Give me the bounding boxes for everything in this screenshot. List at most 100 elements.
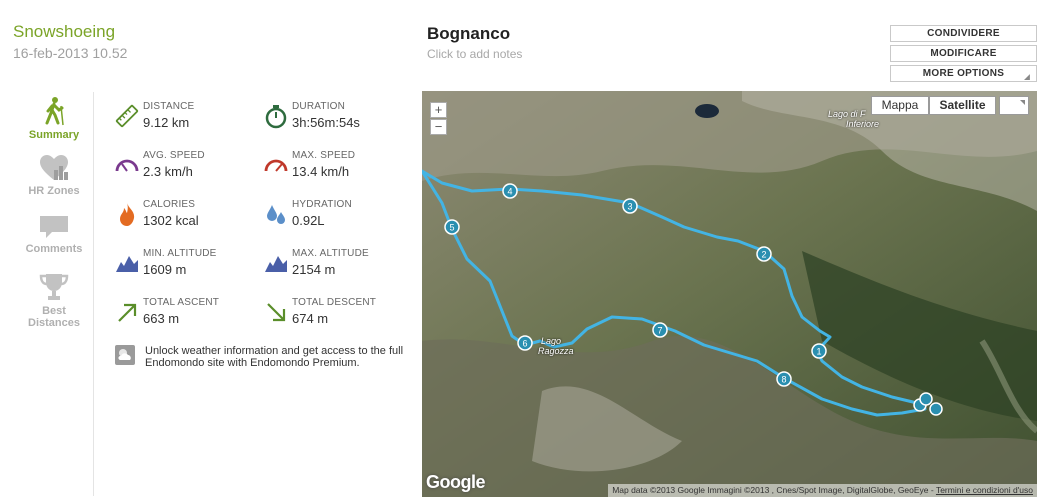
heart-chart-icon bbox=[40, 155, 68, 180]
more-options-label: MORE OPTIONS bbox=[922, 68, 1005, 79]
mountain-icon bbox=[116, 256, 138, 272]
stat-value: 663 m bbox=[143, 311, 180, 326]
arrow-down-right-icon bbox=[267, 303, 286, 322]
stat-avg-speed: AVG. SPEED 2.3 km/h bbox=[115, 150, 255, 190]
km-marker-2[interactable]: 2 bbox=[756, 246, 772, 262]
km-marker-label: 1 bbox=[816, 347, 821, 357]
stat-hydration: HYDRATION 0.92L bbox=[264, 199, 404, 239]
edit-button[interactable]: MODIFICARE bbox=[890, 45, 1037, 62]
lake-label-top-line1: Lago di F bbox=[828, 109, 866, 119]
stat-value: 674 m bbox=[292, 311, 329, 326]
lake-label-top: Lago di F Inferiore bbox=[828, 109, 879, 129]
nav-label-summary: Summary bbox=[28, 129, 80, 141]
stopwatch-icon bbox=[265, 105, 287, 129]
stat-value: 3h:56m:54s bbox=[292, 115, 360, 130]
nav-item-hr-zones[interactable]: HR Zones bbox=[18, 154, 90, 197]
fullscreen-button[interactable] bbox=[999, 96, 1029, 115]
stat-max-speed: MAX. SPEED 13.4 km/h bbox=[264, 150, 404, 190]
stat-max-altitude: MAX. ALTITUDE 2154 m bbox=[264, 248, 404, 288]
stat-label: MAX. ALTITUDE bbox=[292, 248, 369, 259]
km-marker-1[interactable]: 1 bbox=[811, 343, 827, 359]
premium-upsell-text[interactable]: Unlock weather information and get acces… bbox=[145, 345, 405, 369]
water-drops-icon bbox=[267, 205, 285, 224]
google-logo: Google bbox=[426, 472, 486, 492]
km-marker-label: 8 bbox=[781, 375, 786, 385]
stat-total-descent: TOTAL DESCENT 674 m bbox=[264, 297, 404, 337]
stat-value: 13.4 km/h bbox=[292, 164, 350, 179]
nav-label-best: Best bbox=[42, 305, 66, 317]
add-notes-field[interactable]: Click to add notes bbox=[427, 47, 522, 61]
stat-label: MAX. SPEED bbox=[292, 150, 356, 161]
more-options-button[interactable]: MORE OPTIONS ◢ bbox=[890, 65, 1037, 82]
workout-sport-title: Snowshoeing bbox=[13, 22, 116, 41]
nav-item-best-distances[interactable]: Best Distances bbox=[18, 272, 90, 329]
km-marker-5[interactable]: 5 bbox=[444, 219, 460, 235]
stat-total-ascent: TOTAL ASCENT 663 m bbox=[115, 297, 255, 337]
expand-corner-icon bbox=[1020, 100, 1025, 105]
km-marker-4[interactable]: 4 bbox=[502, 183, 518, 199]
stat-value: 0.92L bbox=[292, 213, 325, 228]
terms-link[interactable]: Termini e condizioni d'uso bbox=[936, 485, 1033, 495]
weather-icon bbox=[115, 345, 135, 365]
share-button-label: CONDIVIDERE bbox=[927, 28, 1000, 39]
share-button[interactable]: CONDIVIDERE bbox=[890, 25, 1037, 42]
km-marker-label: 6 bbox=[522, 339, 527, 349]
nav-label-hr-zones: HR Zones bbox=[28, 185, 80, 197]
km-marker-label: 7 bbox=[657, 326, 662, 336]
zoom-in-button[interactable]: + bbox=[430, 102, 447, 118]
dropdown-caret-icon: ◢ bbox=[1024, 74, 1030, 81]
stat-label: MIN. ALTITUDE bbox=[143, 248, 217, 259]
stat-label: TOTAL ASCENT bbox=[143, 297, 220, 308]
stat-value: 9.12 km bbox=[143, 115, 190, 130]
map-type-map-button[interactable]: Mappa bbox=[871, 96, 929, 115]
start-end-marker[interactable] bbox=[913, 392, 943, 416]
map-type-satellite-button[interactable]: Satellite bbox=[929, 96, 996, 115]
km-marker-label: 2 bbox=[761, 250, 766, 260]
stat-label: AVG. SPEED bbox=[143, 150, 205, 161]
route-map[interactable]: 1 2 3 4 5 6 7 8 + − Mappa Satellite Lago… bbox=[422, 91, 1037, 497]
stat-value: 1609 m bbox=[143, 262, 187, 277]
stat-value: 2.3 km/h bbox=[143, 164, 193, 179]
km-marker-label: 3 bbox=[627, 202, 632, 212]
km-marker-3[interactable]: 3 bbox=[622, 198, 638, 214]
zoom-out-button[interactable]: − bbox=[430, 119, 447, 135]
km-marker-7[interactable]: 7 bbox=[652, 322, 668, 338]
speedometer-icon bbox=[264, 159, 288, 172]
lake-label-ragozza-line1: Lago bbox=[541, 336, 562, 346]
stat-calories: CALORIES 1302 kcal bbox=[115, 199, 255, 239]
nav-item-summary[interactable]: Summary bbox=[18, 96, 90, 141]
speech-bubble-icon bbox=[40, 216, 68, 238]
route-title[interactable]: Bognanco bbox=[427, 24, 510, 44]
nav-label-distances: Distances bbox=[28, 317, 80, 329]
lake-label-ragozza-line2: Ragozza bbox=[538, 346, 574, 356]
stat-label: DISTANCE bbox=[143, 101, 195, 112]
trophy-icon bbox=[39, 274, 69, 300]
attribution-text: Map data ©2013 Google Immagini ©2013 , C… bbox=[612, 485, 929, 495]
km-marker-8[interactable]: 8 bbox=[776, 371, 792, 387]
lake-label-ragozza: Lago Ragozza bbox=[538, 336, 574, 356]
km-marker-label: 4 bbox=[507, 187, 512, 197]
stat-label: DURATION bbox=[292, 101, 346, 112]
workout-datetime: 16-feb-2013 10.52 bbox=[13, 45, 128, 61]
stat-distance: DISTANCE 9.12 km bbox=[115, 101, 255, 141]
mountain-icon bbox=[265, 256, 287, 272]
stat-duration: DURATION 3h:56m:54s bbox=[264, 101, 404, 141]
arrow-up-right-icon bbox=[118, 303, 137, 322]
stat-label: TOTAL DESCENT bbox=[292, 297, 377, 308]
nav-label-comments: Comments bbox=[25, 243, 83, 255]
nav-item-comments[interactable]: Comments bbox=[18, 214, 90, 255]
stat-label: HYDRATION bbox=[292, 199, 352, 210]
km-marker-6[interactable]: 6 bbox=[517, 335, 533, 351]
km-marker-label: 5 bbox=[449, 223, 454, 233]
stat-label: CALORIES bbox=[143, 199, 196, 210]
speedometer-icon bbox=[115, 159, 139, 172]
stat-value: 1302 kcal bbox=[143, 213, 199, 228]
flame-icon bbox=[120, 203, 135, 226]
route-markers: 1 2 3 4 5 6 7 8 bbox=[444, 183, 943, 416]
stat-min-altitude: MIN. ALTITUDE 1609 m bbox=[115, 248, 255, 288]
side-divider bbox=[93, 92, 94, 496]
edit-button-label: MODIFICARE bbox=[930, 48, 997, 59]
lake-label-top-line2: Inferiore bbox=[846, 119, 880, 129]
map-attribution: Map data ©2013 Google Immagini ©2013 , C… bbox=[608, 484, 1037, 497]
ruler-icon bbox=[115, 104, 139, 128]
